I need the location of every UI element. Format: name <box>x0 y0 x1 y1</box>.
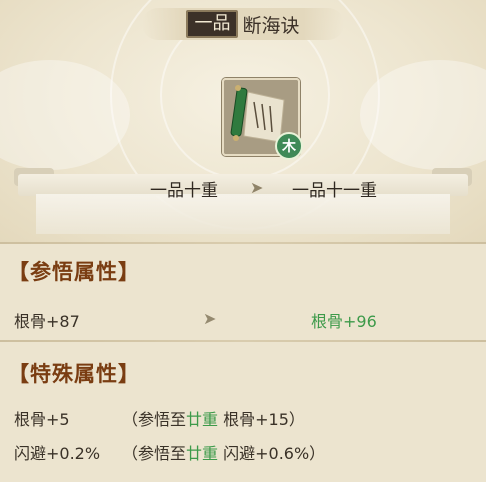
element-wood-badge: 木 <box>275 132 303 160</box>
special-title: 【特殊属性】 <box>8 362 140 386</box>
skill-banner: 一品 断海诀 木 一品十重 ➤ 一品十一重 <box>0 0 486 242</box>
special-bonus-value: 根骨+15） <box>223 410 305 429</box>
skill-name: 断海诀 <box>242 14 300 37</box>
special-stat: 根骨+5 <box>14 410 70 429</box>
title-bar: 一品 断海诀 <box>142 8 344 40</box>
special-level: 廿重 <box>186 410 219 429</box>
grade-badge: 一品 <box>186 10 239 38</box>
rank-progress: 一品十重 ➤ 一品十一重 <box>0 176 486 202</box>
comprehension-title: 【参悟属性】 <box>8 260 140 284</box>
arrow-right-icon: ➤ <box>203 309 217 328</box>
special-bonus-value: 闪避+0.6%） <box>223 444 326 463</box>
special-prefix: （参悟至 <box>122 410 187 429</box>
rank-next: 一品十一重 <box>292 181 377 201</box>
divider <box>0 340 486 342</box>
special-row: 根骨+5 （参悟至廿重 根骨+15） <box>14 406 305 430</box>
comprehension-next: 根骨+96 <box>311 312 377 331</box>
special-bonus: （参悟至廿重 根骨+15） <box>122 406 305 430</box>
special-level: 廿重 <box>186 444 219 463</box>
special-prefix: （参悟至 <box>122 444 187 463</box>
rank-current: 一品十重 <box>150 181 218 201</box>
special-row: 闪避+0.2% （参悟至廿重 闪避+0.6%） <box>14 440 325 464</box>
divider <box>0 242 486 244</box>
decorative-cloud <box>360 60 486 170</box>
special-stat: 闪避+0.2% <box>14 444 101 463</box>
comprehension-current: 根骨+87 <box>14 312 80 331</box>
arrow-right-icon: ➤ <box>250 178 264 197</box>
special-bonus: （参悟至廿重 闪避+0.6%） <box>122 440 325 464</box>
